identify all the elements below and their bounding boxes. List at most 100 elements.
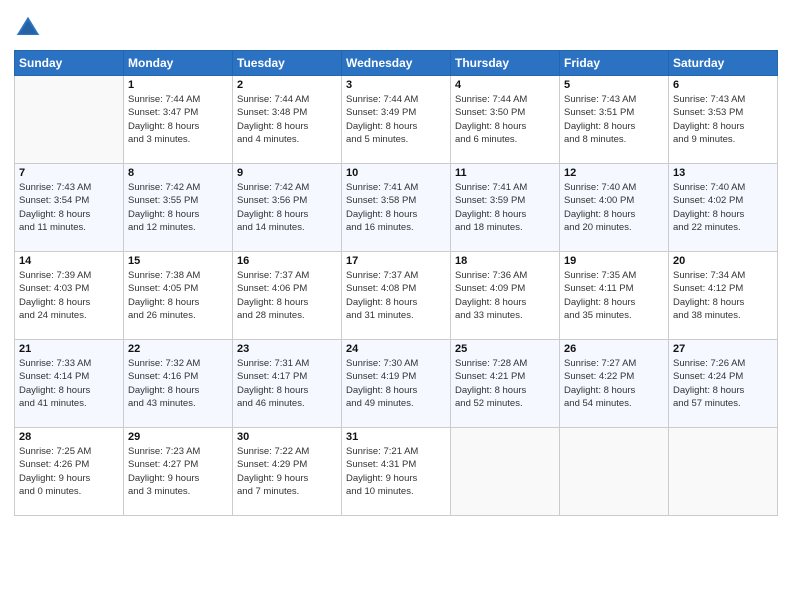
day-cell: 28 Sunrise: 7:25 AM Sunset: 4:26 PM Dayli… bbox=[15, 428, 124, 516]
day-number: 5 bbox=[564, 79, 664, 91]
day-cell: 9 Sunrise: 7:42 AM Sunset: 3:56 PM Daylig… bbox=[233, 164, 342, 252]
day-info: Sunrise: 7:42 AM Sunset: 3:56 PM Dayligh… bbox=[237, 181, 337, 234]
weekday-header-wednesday: Wednesday bbox=[342, 51, 451, 76]
day-cell: 30Sunrise: 7:22 AM Sunset: 4:29 PM Dayli… bbox=[233, 428, 342, 516]
day-cell bbox=[560, 428, 669, 516]
day-number: 11 bbox=[455, 167, 555, 179]
day-number: 26 bbox=[564, 343, 664, 355]
day-number: 15 bbox=[128, 255, 228, 267]
week-row-1: 1 Sunrise: 7:44 AM Sunset: 3:47 PM Daylig… bbox=[15, 76, 778, 164]
day-info: Sunrise: 7:38 AM Sunset: 4:05 PM Dayligh… bbox=[128, 269, 228, 322]
day-info: Sunrise: 7:41 AM Sunset: 3:58 PM Dayligh… bbox=[346, 181, 446, 234]
day-info: Sunrise: 7:35 AM Sunset: 4:11 PM Dayligh… bbox=[564, 269, 664, 322]
day-cell: 24Sunrise: 7:30 AM Sunset: 4:19 PM Dayli… bbox=[342, 340, 451, 428]
week-row-4: 21 Sunrise: 7:33 AM Sunset: 4:14 PM Dayli… bbox=[15, 340, 778, 428]
day-info: Sunrise: 7:44 AM Sunset: 3:47 PM Dayligh… bbox=[128, 93, 228, 146]
day-info: Sunrise: 7:26 AM Sunset: 4:24 PM Dayligh… bbox=[673, 357, 773, 410]
day-cell: 29Sunrise: 7:23 AM Sunset: 4:27 PM Dayli… bbox=[124, 428, 233, 516]
day-info: Sunrise: 7:43 AM Sunset: 3:54 PM Dayligh… bbox=[19, 181, 119, 234]
week-row-3: 14 Sunrise: 7:39 AM Sunset: 4:03 PM Dayli… bbox=[15, 252, 778, 340]
day-number: 22 bbox=[128, 343, 228, 355]
day-number: 14 bbox=[19, 255, 119, 267]
day-cell: 4 Sunrise: 7:44 AM Sunset: 3:50 PM Daylig… bbox=[451, 76, 560, 164]
day-cell bbox=[669, 428, 778, 516]
day-cell: 1 Sunrise: 7:44 AM Sunset: 3:47 PM Daylig… bbox=[124, 76, 233, 164]
weekday-header-friday: Friday bbox=[560, 51, 669, 76]
day-info: Sunrise: 7:40 AM Sunset: 4:00 PM Dayligh… bbox=[564, 181, 664, 234]
day-number: 6 bbox=[673, 79, 773, 91]
week-row-2: 7 Sunrise: 7:43 AM Sunset: 3:54 PM Daylig… bbox=[15, 164, 778, 252]
day-number: 28 bbox=[19, 431, 119, 443]
day-cell: 26 Sunrise: 7:27 AM Sunset: 4:22 PM Dayli… bbox=[560, 340, 669, 428]
day-info: Sunrise: 7:37 AM Sunset: 4:06 PM Dayligh… bbox=[237, 269, 337, 322]
day-number: 17 bbox=[346, 255, 446, 267]
header bbox=[14, 10, 778, 42]
day-cell: 25Sunrise: 7:28 AM Sunset: 4:21 PM Dayli… bbox=[451, 340, 560, 428]
day-number: 27 bbox=[673, 343, 773, 355]
week-row-5: 28 Sunrise: 7:25 AM Sunset: 4:26 PM Dayli… bbox=[15, 428, 778, 516]
day-cell: 20 Sunrise: 7:34 AM Sunset: 4:12 PM Dayli… bbox=[669, 252, 778, 340]
day-info: Sunrise: 7:28 AM Sunset: 4:21 PM Dayligh… bbox=[455, 357, 555, 410]
day-info: Sunrise: 7:33 AM Sunset: 4:14 PM Dayligh… bbox=[19, 357, 119, 410]
day-cell: 12 Sunrise: 7:40 AM Sunset: 4:00 PM Dayli… bbox=[560, 164, 669, 252]
weekday-header-saturday: Saturday bbox=[669, 51, 778, 76]
calendar: SundayMondayTuesdayWednesdayThursdayFrid… bbox=[14, 50, 778, 516]
day-cell: 21 Sunrise: 7:33 AM Sunset: 4:14 PM Dayli… bbox=[15, 340, 124, 428]
day-info: Sunrise: 7:39 AM Sunset: 4:03 PM Dayligh… bbox=[19, 269, 119, 322]
day-info: Sunrise: 7:42 AM Sunset: 3:55 PM Dayligh… bbox=[128, 181, 228, 234]
day-cell bbox=[451, 428, 560, 516]
day-info: Sunrise: 7:43 AM Sunset: 3:51 PM Dayligh… bbox=[564, 93, 664, 146]
day-number: 4 bbox=[455, 79, 555, 91]
day-info: Sunrise: 7:44 AM Sunset: 3:49 PM Dayligh… bbox=[346, 93, 446, 146]
day-cell: 14 Sunrise: 7:39 AM Sunset: 4:03 PM Dayli… bbox=[15, 252, 124, 340]
day-number: 12 bbox=[564, 167, 664, 179]
day-number: 18 bbox=[455, 255, 555, 267]
day-number: 30 bbox=[237, 431, 337, 443]
day-cell: 10 Sunrise: 7:41 AM Sunset: 3:58 PM Dayli… bbox=[342, 164, 451, 252]
day-cell: 15 Sunrise: 7:38 AM Sunset: 4:05 PM Dayli… bbox=[124, 252, 233, 340]
day-info: Sunrise: 7:41 AM Sunset: 3:59 PM Dayligh… bbox=[455, 181, 555, 234]
day-number: 20 bbox=[673, 255, 773, 267]
day-cell: 23Sunrise: 7:31 AM Sunset: 4:17 PM Dayli… bbox=[233, 340, 342, 428]
weekday-header-tuesday: Tuesday bbox=[233, 51, 342, 76]
day-cell bbox=[15, 76, 124, 164]
logo bbox=[14, 14, 44, 42]
day-number: 16 bbox=[237, 255, 337, 267]
day-number: 31 bbox=[346, 431, 446, 443]
day-number: 9 bbox=[237, 167, 337, 179]
day-cell: 5 Sunrise: 7:43 AM Sunset: 3:51 PM Daylig… bbox=[560, 76, 669, 164]
day-info: Sunrise: 7:37 AM Sunset: 4:08 PM Dayligh… bbox=[346, 269, 446, 322]
day-info: Sunrise: 7:43 AM Sunset: 3:53 PM Dayligh… bbox=[673, 93, 773, 146]
day-cell: 6 Sunrise: 7:43 AM Sunset: 3:53 PM Daylig… bbox=[669, 76, 778, 164]
weekday-header-thursday: Thursday bbox=[451, 51, 560, 76]
day-cell: 3Sunrise: 7:44 AM Sunset: 3:49 PM Daylig… bbox=[342, 76, 451, 164]
page: SundayMondayTuesdayWednesdayThursdayFrid… bbox=[0, 0, 792, 612]
day-cell: 7 Sunrise: 7:43 AM Sunset: 3:54 PM Daylig… bbox=[15, 164, 124, 252]
day-number: 21 bbox=[19, 343, 119, 355]
day-info: Sunrise: 7:30 AM Sunset: 4:19 PM Dayligh… bbox=[346, 357, 446, 410]
day-info: Sunrise: 7:27 AM Sunset: 4:22 PM Dayligh… bbox=[564, 357, 664, 410]
day-info: Sunrise: 7:25 AM Sunset: 4:26 PM Dayligh… bbox=[19, 445, 119, 498]
day-number: 7 bbox=[19, 167, 119, 179]
day-number: 23 bbox=[237, 343, 337, 355]
day-info: Sunrise: 7:44 AM Sunset: 3:50 PM Dayligh… bbox=[455, 93, 555, 146]
day-cell: 19 Sunrise: 7:35 AM Sunset: 4:11 PM Dayli… bbox=[560, 252, 669, 340]
day-cell: 11 Sunrise: 7:41 AM Sunset: 3:59 PM Dayli… bbox=[451, 164, 560, 252]
day-cell: 16 Sunrise: 7:37 AM Sunset: 4:06 PM Dayli… bbox=[233, 252, 342, 340]
day-info: Sunrise: 7:40 AM Sunset: 4:02 PM Dayligh… bbox=[673, 181, 773, 234]
day-number: 2 bbox=[237, 79, 337, 91]
logo-icon bbox=[14, 14, 42, 42]
day-info: Sunrise: 7:44 AM Sunset: 3:48 PM Dayligh… bbox=[237, 93, 337, 146]
day-number: 10 bbox=[346, 167, 446, 179]
day-cell: 17 Sunrise: 7:37 AM Sunset: 4:08 PM Dayli… bbox=[342, 252, 451, 340]
day-number: 1 bbox=[128, 79, 228, 91]
day-cell: 8Sunrise: 7:42 AM Sunset: 3:55 PM Daylig… bbox=[124, 164, 233, 252]
day-info: Sunrise: 7:36 AM Sunset: 4:09 PM Dayligh… bbox=[455, 269, 555, 322]
day-cell: 22 Sunrise: 7:32 AM Sunset: 4:16 PM Dayli… bbox=[124, 340, 233, 428]
day-info: Sunrise: 7:34 AM Sunset: 4:12 PM Dayligh… bbox=[673, 269, 773, 322]
day-info: Sunrise: 7:32 AM Sunset: 4:16 PM Dayligh… bbox=[128, 357, 228, 410]
day-info: Sunrise: 7:21 AM Sunset: 4:31 PM Dayligh… bbox=[346, 445, 446, 498]
day-cell: 18 Sunrise: 7:36 AM Sunset: 4:09 PM Dayli… bbox=[451, 252, 560, 340]
weekday-header-sunday: Sunday bbox=[15, 51, 124, 76]
day-number: 19 bbox=[564, 255, 664, 267]
